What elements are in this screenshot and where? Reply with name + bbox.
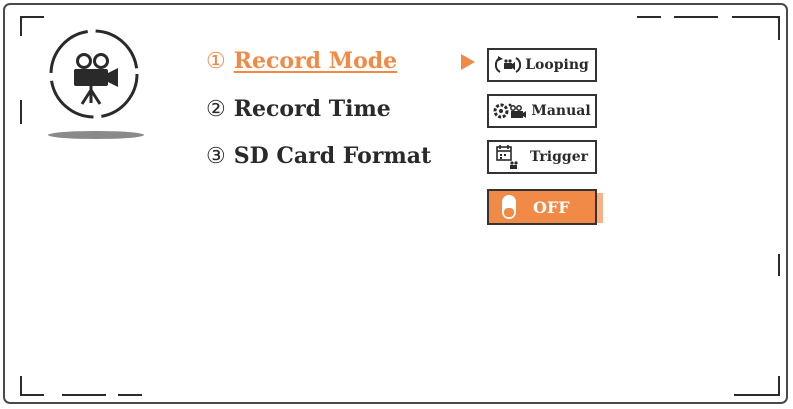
option-looping[interactable]: Looping [487,48,597,82]
option-manual[interactable]: Manual [487,94,597,128]
menu-item-label: Record Time [233,96,391,122]
icon-shadow [48,131,144,139]
menu-item-record-mode[interactable]: ① Record Mode [206,48,397,74]
option-label: Trigger [530,149,588,165]
menu-item-number: ② [206,97,226,122]
menu-item-label: SD Card Format [233,143,432,169]
option-label: Manual [531,103,591,119]
selection-arrow-icon [461,54,475,70]
option-label: Looping [525,57,589,73]
menu-item-sd-card-format[interactable]: ③ SD Card Format [206,143,431,169]
option-label: OFF [533,197,570,217]
toggle-off-icon [502,195,516,219]
selected-option-shadow [597,193,603,223]
video-camera-icon [49,29,139,119]
loop-camera-icon [495,56,522,73]
manual-camera-icon [493,103,527,119]
menu-item-record-time[interactable]: ② Record Time [206,96,391,122]
menu-item-number: ③ [206,144,226,169]
calendar-trigger-icon [496,145,518,169]
menu-item-label: Record Mode [233,48,398,74]
option-trigger[interactable]: Trigger [487,140,597,174]
menu-item-number: ① [206,49,226,74]
option-off[interactable]: OFF [487,189,597,225]
